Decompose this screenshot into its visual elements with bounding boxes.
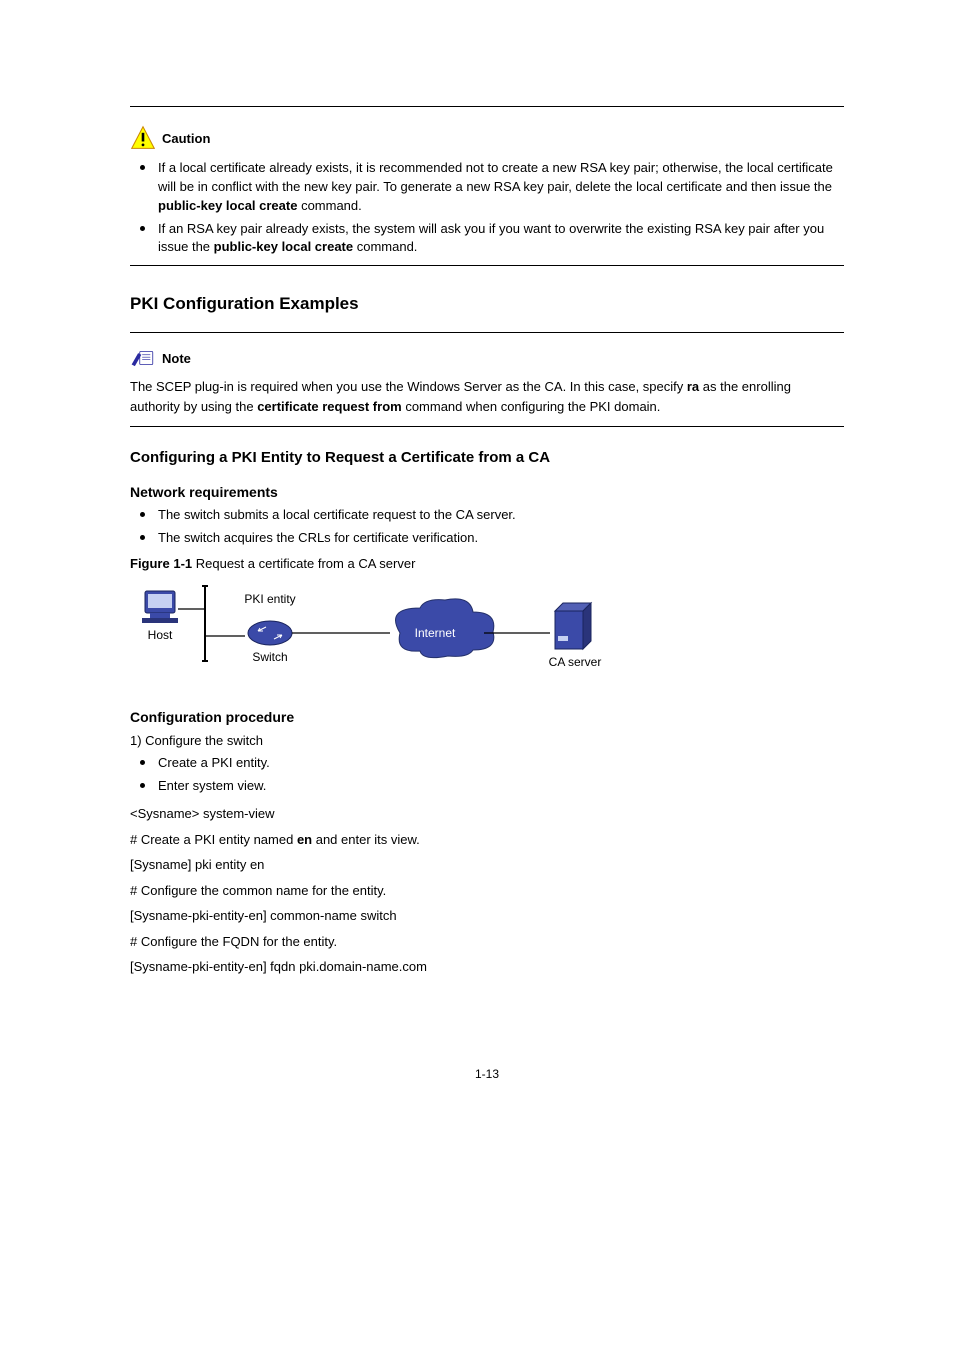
host-icon bbox=[142, 591, 178, 623]
code-comment: # Create a PKI entity named en and enter… bbox=[130, 830, 844, 850]
switch-label: Switch bbox=[252, 650, 287, 664]
server-icon bbox=[555, 603, 591, 649]
code-line: <Sysname> system-view bbox=[130, 804, 844, 824]
code-line: [Sysname-pki-entity-en] common-name swit… bbox=[130, 906, 844, 926]
note-label: Note bbox=[162, 351, 191, 366]
pki-entity-label: PKI entity bbox=[244, 592, 295, 606]
caution-bullet-list: If a local certificate already exists, i… bbox=[130, 159, 844, 257]
list-item: Enter system view. bbox=[130, 777, 844, 796]
list-item: The switch acquires the CRLs for certifi… bbox=[130, 529, 844, 548]
page-number: 1-13 bbox=[130, 1067, 844, 1081]
host-label: Host bbox=[148, 628, 173, 642]
network-diagram: Host PKI entity Switch Inter bbox=[130, 581, 844, 691]
divider-top bbox=[130, 106, 844, 107]
switch-icon bbox=[248, 621, 292, 645]
divider-caution-bottom bbox=[130, 265, 844, 266]
code-line: [Sysname-pki-entity-en] fqdn pki.domain-… bbox=[130, 957, 844, 977]
note-text: The SCEP plug-in is required when you us… bbox=[130, 377, 844, 416]
example-heading: Configuring a PKI Entity to Request a Ce… bbox=[130, 449, 844, 466]
figure-caption: Figure 1-1 Request a certificate from a … bbox=[130, 556, 844, 571]
list-item: Create a PKI entity. bbox=[130, 754, 844, 773]
list-item: If a local certificate already exists, i… bbox=[130, 159, 844, 216]
code-line: [Sysname] pki entity en bbox=[130, 855, 844, 875]
note-hand-icon bbox=[130, 347, 156, 369]
code-comment: # Configure the FQDN for the entity. bbox=[130, 932, 844, 952]
step-1: 1) Configure the switch bbox=[130, 731, 844, 751]
section-heading: PKI Configuration Examples bbox=[130, 294, 844, 314]
ca-server-label: CA server bbox=[549, 655, 602, 669]
divider-note-top bbox=[130, 332, 844, 333]
divider-note-bottom bbox=[130, 426, 844, 427]
network-requirements-heading: Network requirements bbox=[130, 484, 844, 500]
note-header: Note bbox=[130, 347, 844, 369]
figure-title: Request a certificate from a CA server bbox=[196, 556, 416, 571]
list-item: The switch submits a local certificate r… bbox=[130, 506, 844, 525]
list-item: If an RSA key pair already exists, the s… bbox=[130, 220, 844, 258]
caution-label: Caution bbox=[162, 131, 210, 146]
nr-bullet-list: The switch submits a local certificate r… bbox=[130, 506, 844, 548]
internet-label: Internet bbox=[415, 626, 456, 640]
caution-header: Caution bbox=[130, 125, 844, 151]
config-procedure-heading: Configuration procedure bbox=[130, 709, 844, 725]
code-comment: # Configure the common name for the enti… bbox=[130, 881, 844, 901]
warning-triangle-icon bbox=[130, 125, 156, 151]
figure-number: Figure 1-1 bbox=[130, 556, 192, 571]
cp-bullet-list: Create a PKI entity. Enter system view. bbox=[130, 754, 844, 796]
